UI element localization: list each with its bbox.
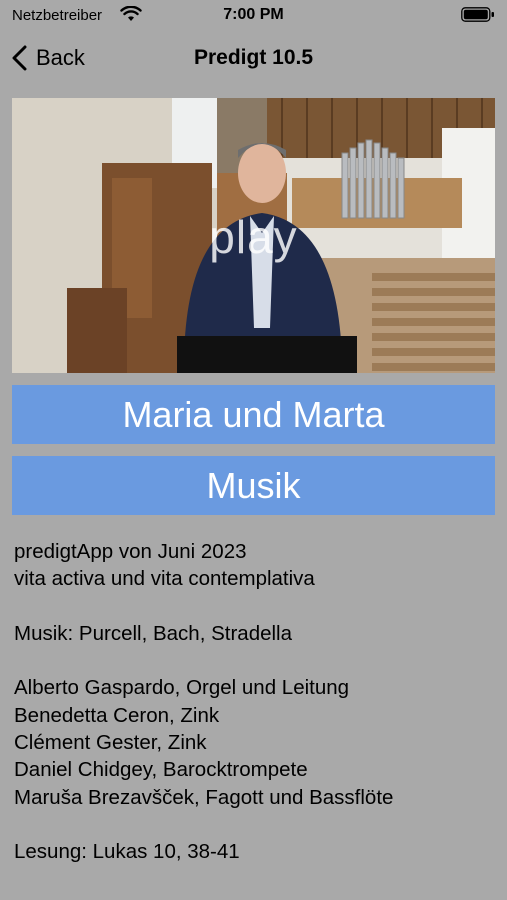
- description-text: predigtApp von Juni 2023 vita activa und…: [14, 538, 499, 866]
- description-line: Lesung: Lukas 10, 38-41: [14, 840, 240, 864]
- description-line: Daniel Chidgey, Barocktrompete: [14, 758, 308, 782]
- page-title: Predigt 10.5: [193, 46, 314, 69]
- music-button[interactable]: Musik: [12, 456, 495, 515]
- sermon-title-button[interactable]: Maria und Marta: [12, 385, 495, 444]
- play-label: play: [209, 211, 298, 263]
- description-line: [14, 593, 499, 620]
- description-line: Maruša Brezavšček, Fagott und Bassflöte: [14, 785, 394, 809]
- description-line: predigtApp von Juni 2023: [14, 540, 247, 563]
- description-line: Clément Gester, Zink: [14, 731, 207, 755]
- video-player[interactable]: play: [12, 98, 495, 373]
- battery-icon: [461, 7, 494, 22]
- navigation-bar: Back Predigt 10.5: [0, 36, 507, 80]
- status-bar: Netzbetreiber 7:00 PM: [0, 0, 507, 30]
- description-line: [14, 647, 499, 674]
- description-line: [14, 811, 499, 838]
- description-line: Alberto Gaspardo, Orgel und Leitung: [14, 676, 350, 700]
- description-line: Musik: Purcell, Bach, Stradella: [14, 621, 293, 645]
- description-line: vita activa und vita contemplativa: [14, 567, 315, 591]
- description-line: Benedetta Ceron, Zink: [14, 703, 220, 727]
- status-time: 7:00 PM: [223, 6, 284, 23]
